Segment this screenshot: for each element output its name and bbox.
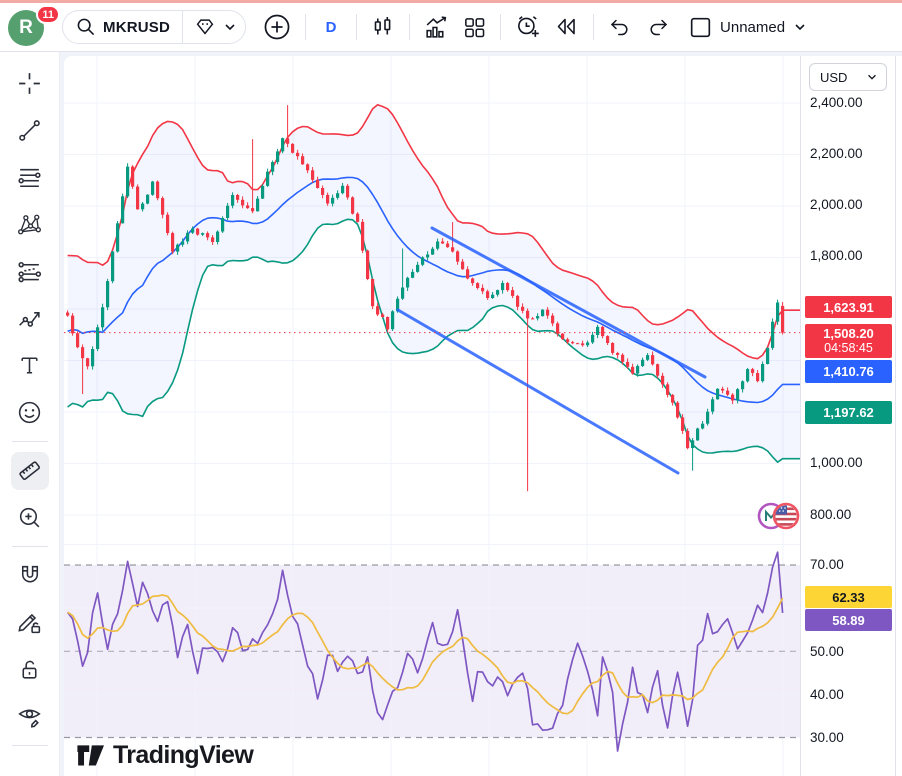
divider (305, 14, 306, 40)
bb-basis-label: 1,410.76 (805, 360, 892, 383)
replay-button[interactable] (548, 9, 586, 45)
toolbar-separator (12, 745, 48, 746)
tradingview-watermark[interactable]: TradingView (76, 741, 253, 770)
price-axis-tick: 2,000.00 (810, 197, 863, 213)
divider (356, 14, 357, 40)
ruler-tool-icon[interactable] (11, 452, 49, 490)
chevron-down-icon (866, 71, 878, 83)
divider (593, 14, 594, 40)
currency-selector[interactable]: USD (809, 63, 887, 91)
price-axis-tick: 800.00 (810, 507, 851, 523)
trend-line-icon[interactable] (11, 112, 49, 150)
chart-region: TradingView USD 2,400.00 2,200.00 2,000.00… (60, 52, 902, 776)
bb-lower-label: 1,197.62 (805, 401, 892, 424)
plot-column: TradingView (64, 56, 800, 776)
main-area: TradingView USD 2,400.00 2,200.00 2,000.00… (0, 52, 902, 776)
chart-type-button[interactable] (364, 9, 402, 45)
zoom-in-tool-icon[interactable] (11, 499, 49, 537)
rsi-pane[interactable]: TradingView (64, 544, 800, 776)
price-axis-tick: 2,400.00 (810, 95, 863, 111)
parallel-channel-icon[interactable] (11, 253, 49, 291)
interval-button[interactable]: D (313, 9, 349, 45)
rsi-axis-tick: 30.00 (810, 730, 844, 746)
gem-icon[interactable] (193, 15, 217, 39)
search-icon (75, 16, 97, 38)
indicator-templates-button[interactable] (456, 9, 493, 45)
xabcd-pattern-icon[interactable] (11, 206, 49, 244)
undo-button[interactable] (601, 9, 639, 45)
magnet-icon[interactable] (11, 557, 49, 595)
tradingview-logo-icon (76, 743, 106, 769)
tradingview-app: R 11 MKRUSD D (0, 0, 902, 776)
toolbar-separator (12, 546, 48, 547)
lock-all-icon[interactable] (11, 651, 49, 689)
symbol-pair-logo (756, 498, 800, 534)
bb-upper-label: 1,623.91 (805, 296, 892, 318)
price-axis-tick: 1,800.00 (810, 248, 863, 264)
rsi-ma-label: 62.33 (805, 586, 892, 608)
collapsed-side-panel[interactable] (895, 56, 902, 776)
watermark-text: TradingView (113, 741, 253, 770)
redo-button[interactable] (639, 9, 677, 45)
toolbar-separator (12, 441, 48, 442)
price-scale-axis[interactable]: USD 2,400.00 2,200.00 2,000.00 1,800.00 1,00… (800, 56, 895, 776)
rsi-value-label: 58.89 (805, 609, 892, 631)
drawing-lock-icon[interactable] (11, 604, 49, 642)
symbol-search[interactable]: MKRUSD (62, 10, 246, 44)
symbol-name: MKRUSD (103, 19, 170, 36)
user-menu[interactable]: R 11 (8, 7, 48, 47)
compare-add-button[interactable] (256, 9, 298, 45)
chart-sheet: TradingView USD 2,400.00 2,200.00 2,000.00… (64, 56, 895, 776)
drawing-toolbar (0, 52, 60, 776)
last-price-label: 1,508.2004:58:45 (805, 324, 892, 358)
notification-badge: 11 (36, 5, 60, 24)
divider (500, 14, 501, 40)
chevron-down-icon (793, 20, 807, 34)
price-axis-tick: 2,200.00 (810, 146, 863, 162)
fib-retracement-icon[interactable] (11, 159, 49, 197)
text-tool-icon[interactable] (11, 347, 49, 385)
price-chart[interactable] (64, 56, 800, 544)
rsi-axis-tick: 50.00 (810, 644, 844, 660)
chevron-down-icon[interactable] (223, 20, 237, 34)
interval-value: D (326, 19, 337, 36)
divider (182, 10, 183, 44)
currency-value: USD (820, 70, 847, 85)
alert-button[interactable] (508, 9, 548, 45)
cursor-crosshair-icon[interactable] (11, 65, 49, 103)
top-toolbar: R 11 MKRUSD D (0, 3, 902, 52)
rsi-axis-tick: 70.00 (810, 557, 844, 573)
price-pane[interactable] (64, 56, 800, 544)
hide-drawings-icon[interactable] (11, 698, 49, 736)
elliott-wave-icon[interactable] (11, 300, 49, 338)
layout-button[interactable]: Unnamed (681, 9, 813, 45)
indicators-button[interactable] (417, 9, 456, 45)
price-axis-tick: 1,000.00 (810, 455, 863, 471)
layout-name: Unnamed (720, 19, 785, 36)
rsi-axis-tick: 40.00 (810, 687, 844, 703)
emoji-tool-icon[interactable] (11, 394, 49, 432)
divider (409, 14, 410, 40)
